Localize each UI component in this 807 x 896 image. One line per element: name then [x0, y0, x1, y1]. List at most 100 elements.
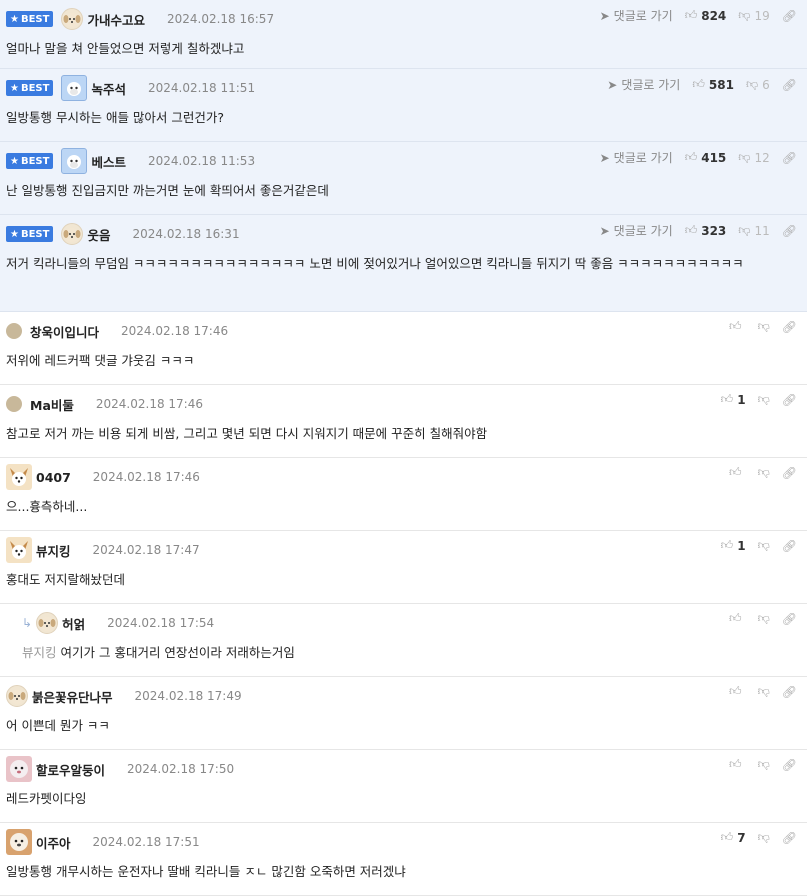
link-button[interactable]: 🔗︎	[782, 539, 797, 553]
downvote-button[interactable]: 👎︎	[758, 684, 770, 699]
author-nickname[interactable]: 웃음	[87, 225, 110, 244]
upvote-button[interactable]: 👍︎ 824	[685, 8, 727, 23]
comment: 0407 2024.02.18 17:46 👍︎ 👎︎ 🔗︎ 으...흉측하네.…	[0, 458, 807, 531]
comment-list: ★ BEST 가내수고요 2024.02.18 16:57 ➤ 댓글로 가기 👍︎ 8…	[0, 0, 807, 896]
best-comment: ★ BEST 녹주석 2024.02.18 11:51 ➤ 댓글로 가기 👍︎ 581…	[0, 69, 807, 142]
upvote-button[interactable]: 👍︎ 1	[721, 392, 746, 407]
avatar[interactable]	[61, 75, 88, 101]
go-to-reply-link[interactable]: ➤ 댓글로 가기	[600, 7, 673, 24]
link-button[interactable]: 🔗︎	[782, 612, 797, 626]
downvote-button[interactable]: 👎︎	[758, 319, 770, 334]
thumbs-up-icon: 👍︎	[692, 77, 705, 91]
comment: Ma비둘 2024.02.18 17:46 👍︎ 1 👎︎ 🔗︎ 참고로 저거 까…	[0, 385, 807, 458]
author-nickname[interactable]: 가내수고요	[87, 10, 145, 29]
author-nickname[interactable]: 붉은꽃유단나무	[32, 687, 113, 706]
upvote-button[interactable]: 👍︎ 581	[692, 77, 734, 92]
link-button[interactable]: 🔗︎	[782, 151, 797, 165]
avatar[interactable]	[61, 8, 84, 30]
downvote-button[interactable]: 👎︎	[758, 392, 770, 407]
author-nickname[interactable]: 0407	[36, 470, 71, 485]
avatar[interactable]	[61, 148, 88, 174]
avatar[interactable]	[6, 464, 32, 490]
go-to-reply-link[interactable]: ➤ 댓글로 가기	[607, 76, 680, 93]
comment-text: 얼마나 말을 쳐 안들었으면 저렇게 칠하겠냐고	[6, 41, 245, 56]
thumbs-down-icon: 👎︎	[757, 319, 770, 333]
best-comment: ★ BEST 웃음 2024.02.18 16:31 ➤ 댓글로 가기 👍︎ 323 …	[0, 215, 807, 312]
thumbs-down-icon: 👎︎	[757, 392, 770, 406]
avatar[interactable]	[6, 537, 32, 563]
author-nickname[interactable]: 허얽	[62, 614, 85, 633]
thumbs-up-icon: 👍︎	[729, 611, 742, 625]
comment-date: 2024.02.18 17:54	[107, 616, 215, 630]
downvote-button[interactable]: 👎︎	[758, 465, 770, 480]
comment-text: 저거 킥라니들의 무덤임 ㅋㅋㅋㅋㅋㅋㅋㅋㅋㅋㅋㅋㅋㅋㅋ 노면 비에 젖어있거나…	[6, 256, 744, 271]
thumbs-up-icon: 👍︎	[684, 223, 698, 237]
go-to-reply-link[interactable]: ➤ 댓글로 가기	[600, 149, 673, 166]
link-icon: 🔗︎	[781, 319, 797, 334]
downvote-button[interactable]: 👎︎ 12	[738, 150, 769, 165]
avatar[interactable]	[6, 685, 28, 707]
link-button[interactable]: 🔗︎	[782, 758, 797, 772]
thumbs-down-icon: 👎︎	[757, 465, 770, 479]
author-nickname[interactable]: Ma비둘	[30, 395, 74, 414]
thumbs-down-icon: 👎︎	[738, 150, 751, 164]
upvote-button[interactable]: 👍︎ 7	[721, 830, 746, 845]
best-badge: ★ BEST	[6, 11, 54, 27]
comment-date: 2024.02.18 17:46	[92, 470, 200, 484]
link-button[interactable]: 🔗︎	[782, 685, 797, 699]
upvote-button[interactable]: 👍︎	[729, 757, 746, 772]
link-icon: 🔗︎	[781, 757, 797, 772]
thumbs-down-icon: 👎︎	[757, 684, 770, 698]
avatar[interactable]	[36, 612, 59, 634]
upvote-button[interactable]: 👍︎ 323	[685, 223, 727, 238]
link-button[interactable]: 🔗︎	[782, 9, 797, 23]
comment: 붉은꽃유단나무 2024.02.18 17:49 👍︎ 👎︎ 🔗︎ 어 이쁜데 …	[0, 677, 807, 750]
thumbs-up-icon: 👍︎	[720, 392, 734, 406]
link-button[interactable]: 🔗︎	[782, 78, 797, 92]
author-nickname[interactable]: 할로우알둥이	[36, 760, 105, 779]
upvote-button[interactable]: 👍︎ 415	[685, 150, 727, 165]
mention[interactable]: 뷰지킹	[22, 645, 57, 660]
upvote-button[interactable]: 👍︎ 1	[721, 538, 746, 553]
link-button[interactable]: 🔗︎	[782, 466, 797, 480]
author-nickname[interactable]: 녹주석	[91, 79, 126, 98]
downvote-button[interactable]: 👎︎ 11	[738, 223, 769, 238]
downvote-button[interactable]: 👎︎ 19	[738, 8, 769, 23]
link-button[interactable]: 🔗︎	[782, 320, 797, 334]
reply-comment: ↳ 허얽 2024.02.18 17:54 👍︎ 👎︎ 🔗︎ 뷰지킹 여기가 그 …	[0, 604, 807, 677]
downvote-button[interactable]: 👎︎	[758, 757, 770, 772]
avatar[interactable]	[6, 396, 22, 412]
link-button[interactable]: 🔗︎	[782, 224, 797, 238]
best-badge: ★ BEST	[6, 80, 54, 96]
link-button[interactable]: 🔗︎	[782, 831, 797, 845]
comment-date: 2024.02.18 17:46	[121, 324, 229, 338]
author-nickname[interactable]: 뷰지킹	[36, 541, 71, 560]
downvote-button[interactable]: 👎︎ 6	[746, 77, 770, 92]
link-button[interactable]: 🔗︎	[782, 393, 797, 407]
thumbs-down-icon: 👎︎	[757, 757, 770, 771]
downvote-button[interactable]: 👎︎	[758, 538, 770, 553]
author-nickname[interactable]: 창욱이입니다	[30, 322, 99, 341]
avatar[interactable]	[61, 223, 84, 245]
comment-date: 2024.02.18 17:50	[127, 762, 235, 776]
link-icon: 🔗︎	[781, 611, 797, 626]
thumbs-up-icon: 👍︎	[684, 150, 698, 164]
comment-text: 참고로 저거 까는 비용 되게 비쌈, 그리고 몇년 되면 다시 지워지기 때문…	[6, 426, 488, 441]
thumbs-down-icon: 👎︎	[745, 77, 759, 91]
upvote-button[interactable]: 👍︎	[729, 465, 746, 480]
avatar[interactable]	[6, 323, 22, 339]
star-icon: ★	[10, 228, 19, 240]
downvote-button[interactable]: 👎︎	[758, 830, 770, 845]
go-to-reply-link[interactable]: ➤ 댓글로 가기	[600, 222, 673, 239]
author-nickname[interactable]: 베스트	[91, 152, 126, 171]
link-icon: 🔗︎	[781, 465, 797, 480]
avatar[interactable]	[6, 829, 32, 855]
upvote-button[interactable]: 👍︎	[729, 319, 746, 334]
send-icon: ➤	[599, 150, 610, 165]
downvote-button[interactable]: 👎︎	[758, 611, 770, 626]
author-nickname[interactable]: 이주아	[36, 833, 71, 852]
upvote-button[interactable]: 👍︎	[729, 684, 746, 699]
comment: 할로우알둥이 2024.02.18 17:50 👍︎ 👎︎ 🔗︎ 레드카펫이다잉	[0, 750, 807, 823]
avatar[interactable]	[6, 756, 32, 782]
upvote-button[interactable]: 👍︎	[729, 611, 746, 626]
